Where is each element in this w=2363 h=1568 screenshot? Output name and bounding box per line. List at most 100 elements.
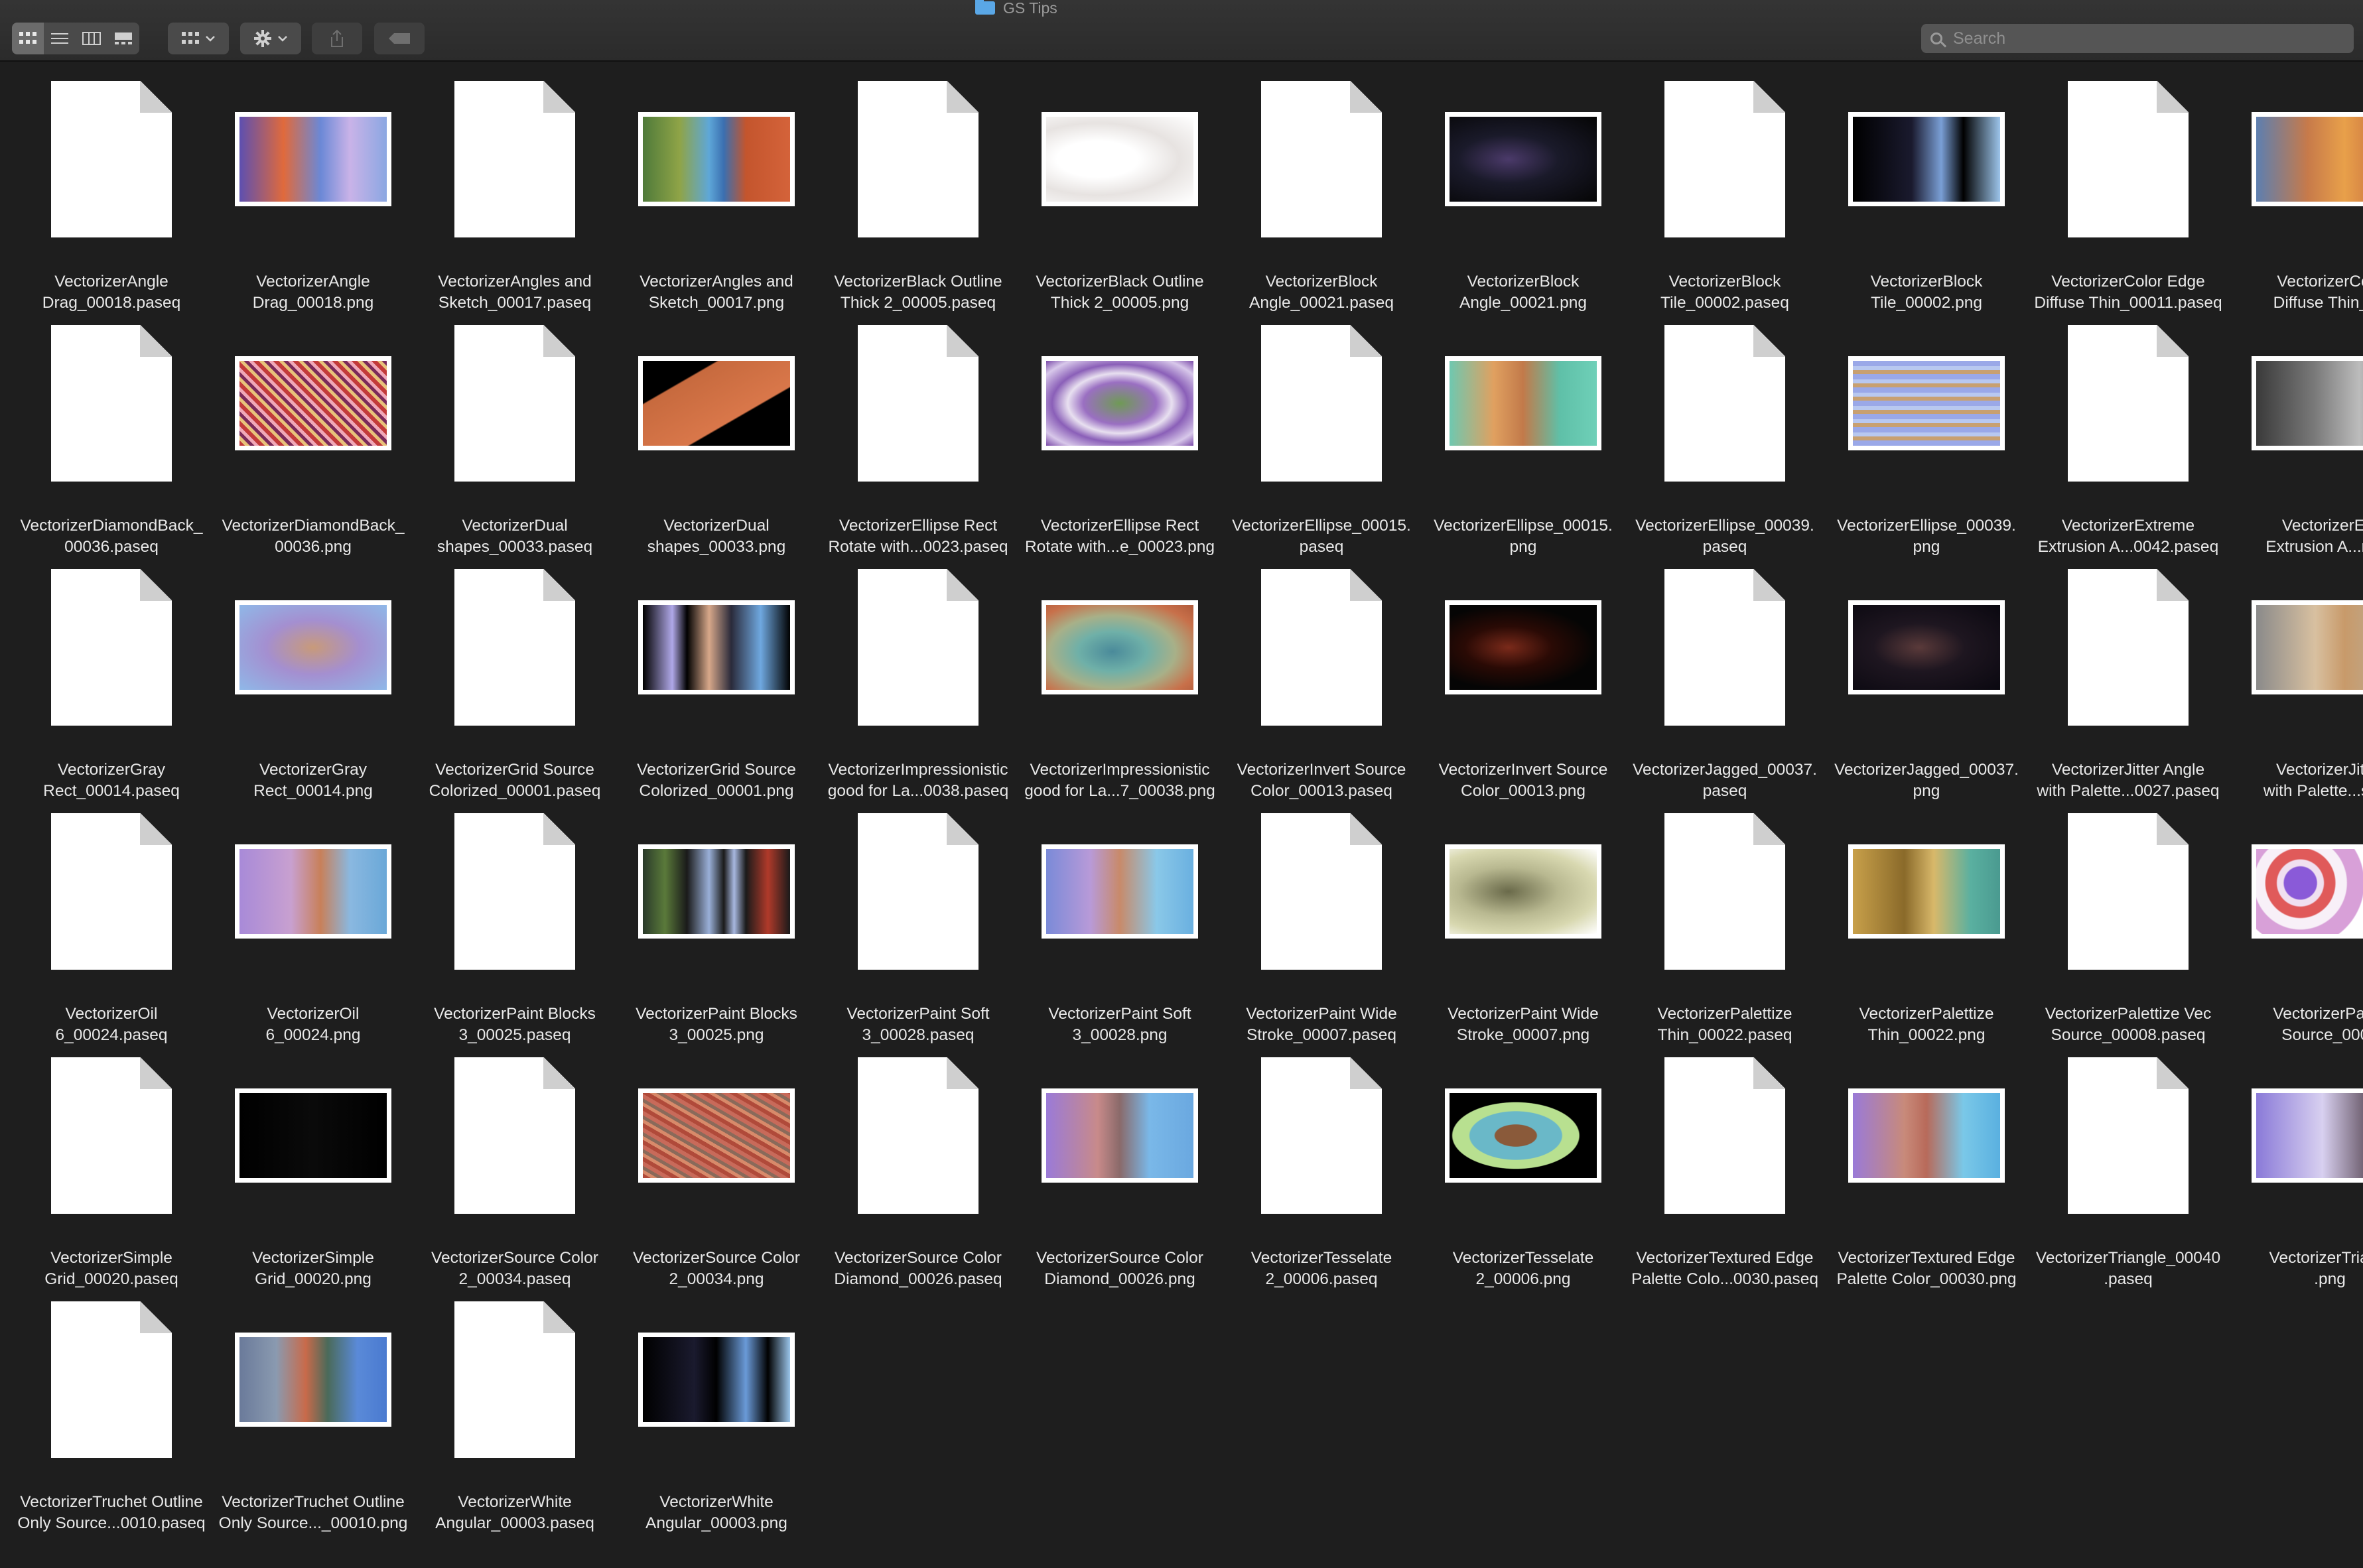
file-item[interactable]: VectorizerTriangl .png bbox=[2229, 1049, 2363, 1293]
file-item[interactable]: VectorizerPaint Wide Stroke_00007.png bbox=[1422, 805, 1624, 1049]
file-name-label[interactable]: VectorizerGrid Source Colorized_00001.pas… bbox=[414, 759, 616, 802]
file-thumbnail[interactable] bbox=[616, 560, 817, 734]
file-thumbnail[interactable] bbox=[1221, 805, 1422, 978]
file-item[interactable]: VectorizerExtreme Extrusion A...0042.pase… bbox=[2027, 316, 2229, 560]
file-name-label[interactable]: VectorizerSource Color Diamond_00026.pase… bbox=[817, 1248, 1019, 1290]
file-name-label[interactable]: VectorizerJagged_00037. paseq bbox=[1624, 759, 1826, 802]
file-thumbnail[interactable] bbox=[1422, 316, 1624, 490]
file-item[interactable]: VectorizerEllipse_00039. paseq bbox=[1624, 316, 1826, 560]
file-thumbnail[interactable] bbox=[2229, 805, 2363, 978]
file-thumbnail[interactable] bbox=[1422, 805, 1624, 978]
file-name-label[interactable]: VectorizerBlock Angle_00021.png bbox=[1422, 271, 1624, 314]
file-name-label[interactable]: VectorizerSource Color 2_00034.png bbox=[616, 1248, 817, 1290]
file-thumbnail[interactable] bbox=[616, 805, 817, 978]
file-name-label[interactable]: VectorizerGrid Source Colorized_00001.png bbox=[616, 759, 817, 802]
group-by-button[interactable] bbox=[168, 23, 229, 54]
file-thumbnail[interactable] bbox=[2229, 1049, 2363, 1222]
file-item[interactable]: VectorizerPaint Blocks 3_00025.paseq bbox=[414, 805, 616, 1049]
file-name-label[interactable]: VectorizerColor Edge Diffuse Thin_00011.p… bbox=[2027, 271, 2229, 314]
file-thumbnail[interactable] bbox=[2027, 1049, 2229, 1222]
file-item[interactable]: VectorizerBlock Tile_00002.paseq bbox=[1624, 72, 1826, 316]
file-thumbnail[interactable] bbox=[1624, 1049, 1826, 1222]
file-thumbnail[interactable] bbox=[414, 1293, 616, 1467]
file-name-label[interactable]: VectorizerEllipse_00039. paseq bbox=[1624, 515, 1826, 558]
file-thumbnail[interactable] bbox=[414, 560, 616, 734]
file-item[interactable]: VectorizerAngle Drag_00018.paseq bbox=[11, 72, 212, 316]
file-thumbnail[interactable] bbox=[2229, 72, 2363, 246]
file-name-label[interactable]: VectorizerAngle Drag_00018.png bbox=[212, 271, 414, 314]
file-name-label[interactable]: VectorizerTruchet Outline Only Source..._… bbox=[212, 1492, 414, 1534]
file-item[interactable]: VectorizerGrid Source Colorized_00001.png bbox=[616, 560, 817, 805]
file-thumbnail[interactable] bbox=[1019, 560, 1221, 734]
file-item[interactable]: VectorizerDiamondBack_ 00036.paseq bbox=[11, 316, 212, 560]
file-item[interactable]: VectorizerAngle Drag_00018.png bbox=[212, 72, 414, 316]
file-thumbnail[interactable] bbox=[1422, 1049, 1624, 1222]
file-name-label[interactable]: VectorizerTesselate 2_00006.paseq bbox=[1221, 1248, 1422, 1290]
file-name-label[interactable]: VectorizerPaint Blocks 3_00025.paseq bbox=[414, 1004, 616, 1046]
file-item[interactable]: VectorizerDiamondBack_ 00036.png bbox=[212, 316, 414, 560]
share-button[interactable] bbox=[312, 23, 362, 54]
file-thumbnail[interactable] bbox=[11, 72, 212, 246]
file-name-label[interactable]: VectorizerAngles and Sketch_00017.png bbox=[616, 271, 817, 314]
file-name-label[interactable]: VectorizerTriangle_00040 .paseq bbox=[2027, 1248, 2229, 1290]
file-thumbnail[interactable] bbox=[817, 1049, 1019, 1222]
file-name-label[interactable]: VectorizerInvert Source Color_00013.paseq bbox=[1221, 759, 1422, 802]
file-item[interactable]: VectorizerGrid Source Colorized_00001.pas… bbox=[414, 560, 616, 805]
file-name-label[interactable]: VectorizerBlock Tile_00002.png bbox=[1826, 271, 2027, 314]
file-thumbnail[interactable] bbox=[2027, 560, 2229, 734]
file-item[interactable]: VectorizerSource Color 2_00034.paseq bbox=[414, 1049, 616, 1293]
file-name-label[interactable]: VectorizerBlock Angle_00021.paseq bbox=[1221, 271, 1422, 314]
file-item[interactable]: VectorizerGray Rect_00014.png bbox=[212, 560, 414, 805]
file-item[interactable]: VectorizerTruchet Outline Only Source...0… bbox=[11, 1293, 212, 1537]
file-name-label[interactable]: VectorizerSimple Grid_00020.paseq bbox=[11, 1248, 212, 1290]
file-name-label[interactable]: VectorizerBlock Tile_00002.paseq bbox=[1624, 271, 1826, 314]
file-item[interactable]: VectorizerBlock Tile_00002.png bbox=[1826, 72, 2027, 316]
file-thumbnail[interactable] bbox=[2229, 316, 2363, 490]
action-menu-button[interactable] bbox=[240, 23, 301, 54]
list-view-icon[interactable] bbox=[44, 23, 76, 54]
file-name-label[interactable]: VectorizerSource Color 2_00034.paseq bbox=[414, 1248, 616, 1290]
file-thumbnail[interactable] bbox=[1221, 560, 1422, 734]
file-item[interactable]: VectorizerSimple Grid_00020.paseq bbox=[11, 1049, 212, 1293]
file-item[interactable]: VectorizerTruchet Outline Only Source..._… bbox=[212, 1293, 414, 1537]
file-thumbnail[interactable] bbox=[616, 72, 817, 246]
file-thumbnail[interactable] bbox=[1019, 316, 1221, 490]
file-thumbnail[interactable] bbox=[1826, 1049, 2027, 1222]
file-item[interactable]: VectorizerSource Color 2_00034.png bbox=[616, 1049, 817, 1293]
file-thumbnail[interactable] bbox=[2027, 805, 2229, 978]
file-item[interactable]: VectorizerEllipse_00015. paseq bbox=[1221, 316, 1422, 560]
file-thumbnail[interactable] bbox=[1422, 560, 1624, 734]
file-item[interactable]: VectorizerDual shapes_00033.png bbox=[616, 316, 817, 560]
file-item[interactable]: VectorizerInvert Source Color_00013.paseq bbox=[1221, 560, 1422, 805]
file-item[interactable]: VectorizerWhite Angular_00003.png bbox=[616, 1293, 817, 1537]
gallery-view-icon[interactable] bbox=[107, 23, 139, 54]
file-thumbnail[interactable] bbox=[11, 560, 212, 734]
file-item[interactable]: VectorizerTextured Edge Palette Color_000… bbox=[1826, 1049, 2027, 1293]
file-thumbnail[interactable] bbox=[2229, 560, 2363, 734]
file-item[interactable]: VectorizerJagged_00037. paseq bbox=[1624, 560, 1826, 805]
file-name-label[interactable]: VectorizerJitter with Palette...s_00 bbox=[2229, 759, 2363, 802]
file-item[interactable]: VectorizerColo Diffuse Thin_00 bbox=[2229, 72, 2363, 316]
file-item[interactable]: VectorizerDual shapes_00033.paseq bbox=[414, 316, 616, 560]
file-item[interactable]: VectorizerOil 6_00024.png bbox=[212, 805, 414, 1049]
file-name-label[interactable]: VectorizerDiamondBack_ 00036.png bbox=[212, 515, 414, 558]
file-name-label[interactable]: VectorizerEllipse_00039. png bbox=[1826, 515, 2027, 558]
file-thumbnail[interactable] bbox=[212, 1049, 414, 1222]
search-input[interactable] bbox=[1952, 28, 2326, 49]
file-thumbnail[interactable] bbox=[212, 1293, 414, 1467]
file-thumbnail[interactable] bbox=[817, 805, 1019, 978]
file-name-label[interactable]: VectorizerTesselate 2_00006.png bbox=[1422, 1248, 1624, 1290]
file-name-label[interactable]: VectorizerPaint Wide Stroke_00007.paseq bbox=[1221, 1004, 1422, 1046]
file-thumbnail[interactable] bbox=[1624, 72, 1826, 246]
file-thumbnail[interactable] bbox=[1422, 72, 1624, 246]
file-name-label[interactable]: VectorizerPaint Blocks 3_00025.png bbox=[616, 1004, 817, 1046]
icon-view-icon[interactable] bbox=[12, 23, 44, 54]
file-item[interactable]: VectorizerBlock Angle_00021.paseq bbox=[1221, 72, 1422, 316]
file-name-label[interactable]: VectorizerSource Color Diamond_00026.png bbox=[1019, 1248, 1221, 1290]
file-name-label[interactable]: VectorizerPaint Wide Stroke_00007.png bbox=[1422, 1004, 1624, 1046]
file-item[interactable]: VectorizerExt Extrusion A...r_00 bbox=[2229, 316, 2363, 560]
file-name-label[interactable]: VectorizerPalett Source_0000 bbox=[2229, 1004, 2363, 1046]
file-thumbnail[interactable] bbox=[2027, 72, 2229, 246]
file-name-label[interactable]: VectorizerEllipse Rect Rotate with...0023… bbox=[817, 515, 1019, 558]
file-name-label[interactable]: VectorizerExt Extrusion A...r_00 bbox=[2229, 515, 2363, 558]
